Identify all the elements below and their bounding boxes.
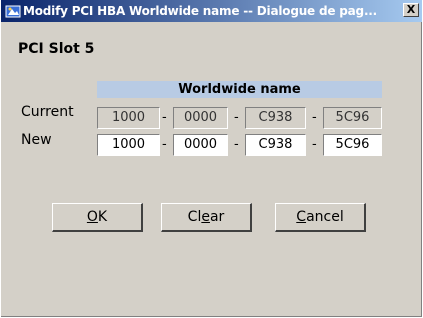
clear-button-label: Clear [187,209,225,225]
dialog-window: Modify PCI HBA Worldwide name -- Dialogu… [1,0,422,317]
current-field-1: 1000 [97,107,160,129]
cancel-button[interactable]: Cancel [275,203,366,232]
ok-button[interactable]: OK [52,203,143,232]
current-row-label: Current [21,104,74,120]
separator: - [162,110,167,125]
app-icon [5,5,21,18]
new-field-1[interactable]: 1000 [97,134,160,156]
separator: - [312,110,317,125]
cancel-button-label: Cancel [296,209,344,225]
window-title: Modify PCI HBA Worldwide name -- Dialogu… [23,4,378,18]
ok-button-label: OK [86,209,108,225]
current-field-4: 5C96 [323,107,382,129]
close-icon[interactable]: X [403,3,419,17]
separator: - [234,110,239,125]
current-field-2: 0000 [173,107,228,129]
new-field-3[interactable]: C938 [245,134,306,156]
title-bar[interactable]: Modify PCI HBA Worldwide name -- Dialogu… [1,0,422,22]
worldwide-name-header: Worldwide name [97,81,382,98]
separator: - [162,137,167,152]
new-row-label: New [21,132,52,148]
clear-button[interactable]: Clear [161,203,252,232]
current-field-3: C938 [245,107,306,129]
new-field-2[interactable]: 0000 [173,134,228,156]
separator: - [234,137,239,152]
new-field-4[interactable]: 5C96 [323,134,382,156]
separator: - [312,137,317,152]
pci-slot-label: PCI Slot 5 [18,41,95,57]
